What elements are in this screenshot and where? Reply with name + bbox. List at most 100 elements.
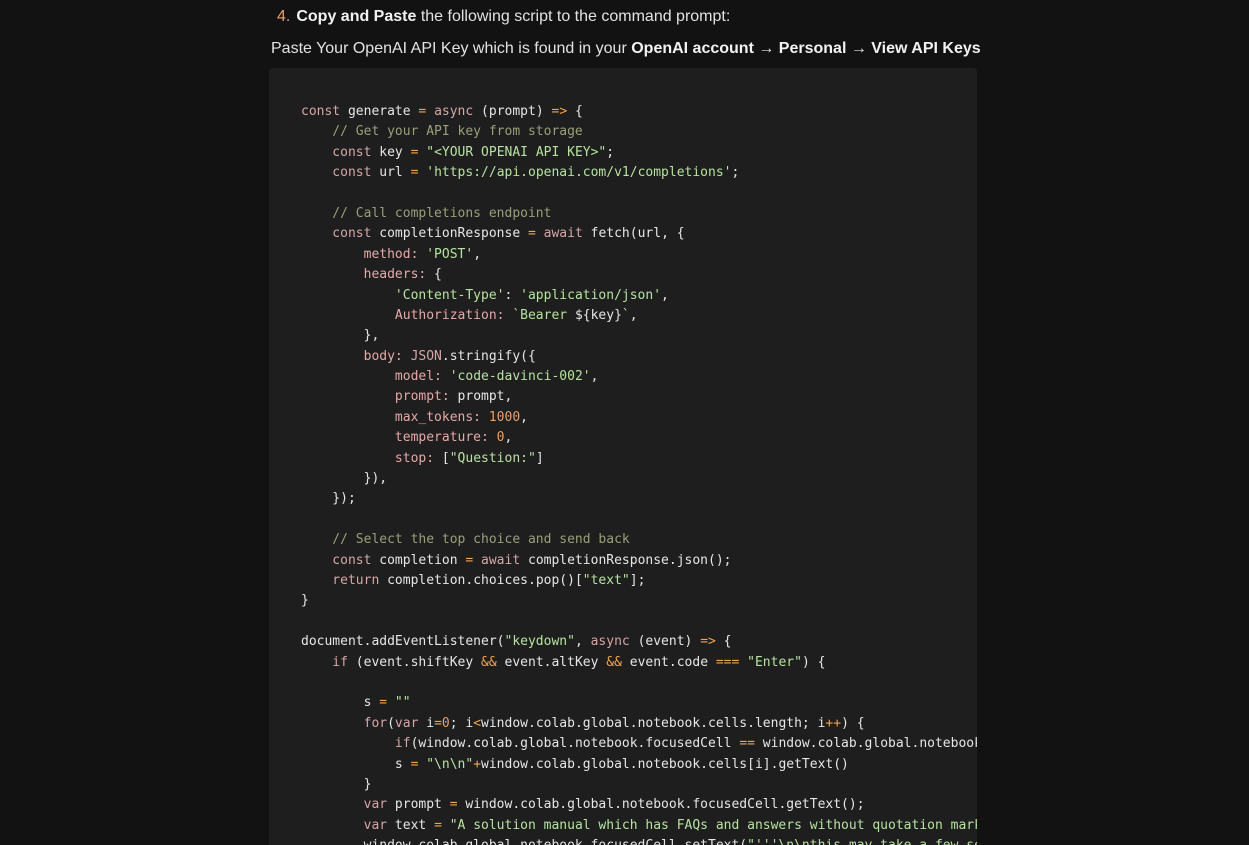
code-block[interactable]: const generate = async (prompt) => { // … [269, 68, 977, 845]
code-token: event.altKey [496, 654, 607, 670]
code-token: }, [301, 328, 380, 344]
code-token: await [473, 552, 521, 568]
code-token: if [301, 736, 411, 752]
code-line: temperature: 0, [301, 428, 977, 448]
code-token: (event) [629, 634, 701, 650]
code-token: generate [340, 104, 419, 119]
code-line: model: 'code-davinci-002', [301, 367, 977, 387]
code-token: = [528, 226, 536, 242]
code-token: = [434, 817, 442, 833]
code-token: const [301, 552, 372, 568]
code-token: && [606, 654, 622, 670]
code-token: 'code-davinci-002' [441, 369, 591, 385]
code-line: // Get your API key from storage [301, 122, 977, 142]
step-bold-text: Copy and Paste [296, 8, 417, 25]
code-token: = [379, 695, 388, 711]
code-line: }); [301, 489, 977, 509]
code-token: "Question:" [449, 450, 536, 466]
code-line: const key = "<YOUR OPENAI API KEY>"; [301, 143, 977, 163]
code-token: var [301, 797, 388, 813]
code-token: // Get your API key from storage [301, 124, 583, 140]
code-line: method: 'POST', [301, 245, 977, 265]
code-token: method: [301, 246, 419, 262]
code-token: completionResponse [371, 226, 528, 242]
code-line: } [301, 775, 977, 795]
code-token: ; i [449, 715, 474, 731]
code-token: "A solution manual which has FAQs and an… [449, 817, 977, 833]
code-token: 'application/json' [520, 287, 662, 303]
code-token: = [434, 715, 442, 731]
code-token: var [394, 715, 419, 731]
code-token: await [535, 226, 583, 242]
code-token: }); [301, 491, 356, 507]
code-line: max_tokens: 1000, [301, 408, 977, 428]
code-line: }, [301, 326, 977, 346]
code-token: ]; [629, 572, 646, 588]
code-token: = [449, 797, 458, 813]
code-token: => [551, 104, 568, 119]
code-token: , [520, 409, 528, 425]
code-token: (event.shiftKey [347, 654, 482, 670]
code-token: ( [387, 715, 395, 731]
code-token: temperature: [301, 430, 489, 446]
code-token: window.colab.global.notebook.focusedCell… [301, 838, 748, 845]
code-token: prompt [387, 797, 450, 813]
code-token: : [504, 287, 521, 303]
code-token: event.code [621, 654, 716, 670]
code-token: ) { [841, 715, 865, 731]
code-token: body: [301, 348, 403, 364]
code-token: 0 [441, 715, 450, 731]
code-line: const completion = await completionRespo… [301, 551, 977, 571]
code-token: ` [621, 307, 630, 323]
code-token: max_tokens: [301, 409, 482, 425]
code-token: var [301, 817, 388, 833]
code-token: == [739, 736, 755, 752]
code-line: if(window.colab.global.notebook.focusedC… [301, 734, 977, 754]
code-token: // Call completions endpoint [301, 205, 552, 221]
step-number: 4. [277, 8, 291, 25]
code-token: ] [535, 450, 544, 466]
code-token: } [301, 776, 372, 792]
code-token: "\n\n" [418, 756, 474, 772]
code-line: var prompt = window.colab.global.noteboo… [301, 795, 977, 815]
code-token: document.addEventListener( [301, 634, 505, 650]
code-line: } [301, 591, 977, 611]
code-line: const generate = async (prompt) => { [301, 102, 977, 122]
code-token: completion.choices.pop()[ [379, 572, 583, 588]
code-token: ) { [801, 654, 826, 670]
code-token: && [481, 654, 497, 670]
code-token: const [301, 226, 372, 242]
code-line: for(var i=0; i<window.colab.global.noteb… [301, 714, 977, 734]
code-token: headers: [301, 267, 427, 283]
code-token: }), [301, 471, 388, 487]
code-token: + [473, 756, 482, 772]
code-token: // Select the top choice and send back [301, 532, 630, 548]
code-token: { [715, 634, 732, 650]
code-token: s [301, 695, 380, 711]
code-token: return [301, 572, 380, 588]
code-token: "text" [582, 572, 630, 588]
code-token: 'https://api.openai.com/v1/completions' [418, 165, 732, 181]
code-token: , [473, 246, 482, 262]
code-line: return completion.choices.pop()["text"]; [301, 571, 977, 591]
code-line: var text = "A solution manual which has … [301, 816, 977, 836]
code-token: ; [731, 165, 740, 181]
code-token: Authorization: [301, 307, 505, 323]
code-line: if (event.shiftKey && event.altKey && ev… [301, 653, 977, 673]
code-line: document.addEventListener("keydown", asy… [301, 632, 977, 652]
code-token: 0 [488, 430, 505, 446]
code-token: "Enter" [739, 654, 802, 670]
note-arrow-2: → [846, 40, 872, 57]
code-token: "" [387, 695, 411, 711]
code-token: .stringify({ [441, 348, 536, 364]
note-prefix: Paste Your OpenAI API Key which is found… [271, 40, 632, 57]
code-token: s [301, 756, 411, 772]
code-content[interactable]: const generate = async (prompt) => { // … [301, 102, 977, 845]
code-token: fetch(url, { [582, 226, 685, 242]
code-token: < [473, 715, 482, 731]
code-token: async [590, 634, 630, 650]
code-token: prompt: [301, 389, 450, 405]
